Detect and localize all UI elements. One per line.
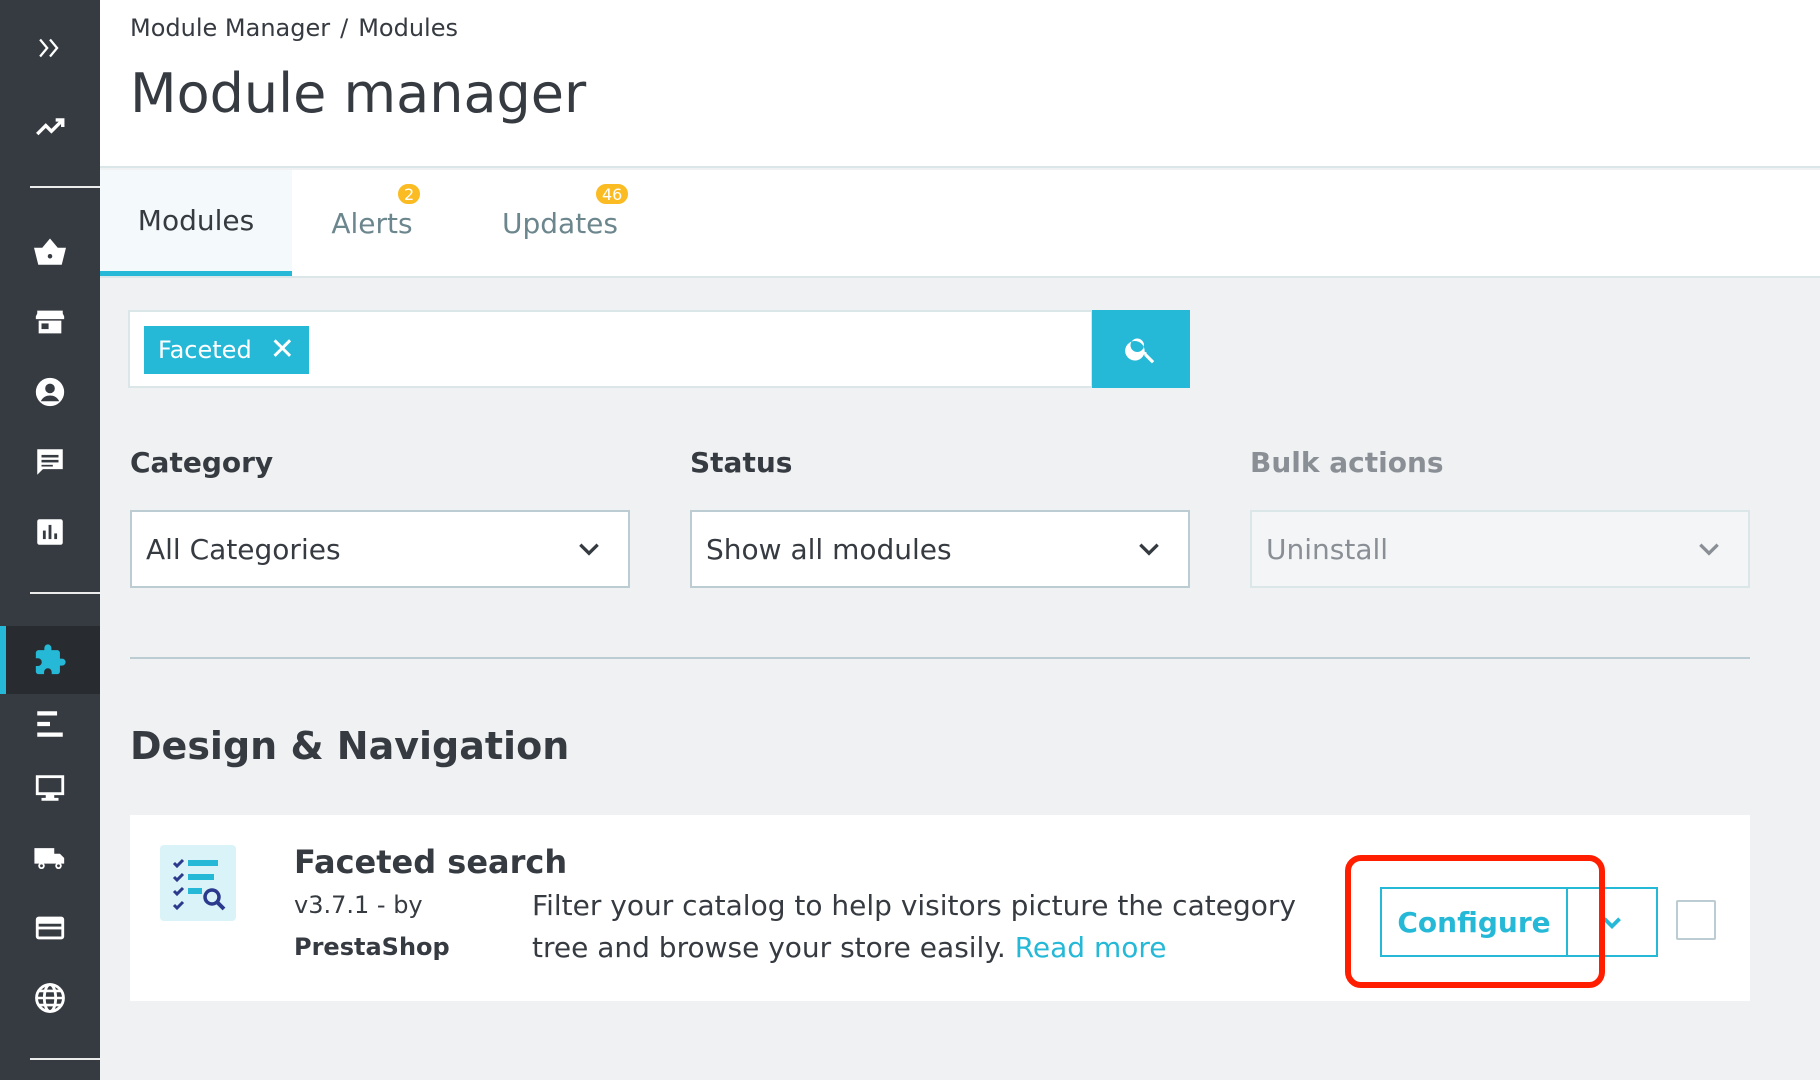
sidebar-separator <box>30 592 100 594</box>
sidebar-item-international[interactable] <box>0 968 100 1028</box>
sidebar-item-appearance[interactable] <box>0 758 100 818</box>
close-icon[interactable]: ✕ <box>270 335 295 365</box>
sidebar-item-customers[interactable] <box>0 362 100 422</box>
sidebar-item-payment[interactable] <box>0 898 100 958</box>
status-select[interactable]: Show all modules <box>690 510 1190 588</box>
faceted-search-icon <box>172 858 226 911</box>
sidebar-expand[interactable] <box>0 18 100 78</box>
category-select[interactable]: All Categories <box>130 510 630 588</box>
divider <box>130 657 1750 659</box>
tab-label: Updates <box>502 206 618 240</box>
search-input[interactable]: Faceted ✕ <box>128 310 1093 388</box>
sidebar-item-shipping[interactable] <box>0 828 100 888</box>
globe-icon <box>35 983 65 1013</box>
puzzle-icon <box>35 644 66 675</box>
highlight-box <box>1345 855 1605 988</box>
updates-badge: 46 <box>594 182 631 206</box>
module-version: v3.7.1 - by <box>294 891 423 919</box>
read-more-link[interactable]: Read more <box>1015 931 1167 964</box>
alerts-badge: 2 <box>396 182 423 206</box>
sidebar-item-catalog[interactable] <box>0 292 100 352</box>
sidebar-item-messages[interactable] <box>0 432 100 492</box>
tab-bar: Modules Alerts 2 Updates 46 <box>100 170 1820 278</box>
trend-icon <box>36 118 65 136</box>
sidebar-item-modules[interactable] <box>0 626 100 694</box>
bulk-actions-label: Bulk actions <box>1250 446 1444 479</box>
status-value: Show all modules <box>706 532 952 566</box>
module-logo <box>160 845 236 921</box>
sidebar <box>0 0 100 1080</box>
category-value: All Categories <box>146 532 341 566</box>
chevron-down-icon <box>576 536 602 562</box>
store-icon <box>35 310 65 334</box>
menu-icon <box>37 711 63 737</box>
sidebar-separator <box>30 186 100 188</box>
tab-label: Modules <box>137 204 255 237</box>
chevron-down-icon <box>1136 536 1162 562</box>
expand-icon <box>39 38 59 58</box>
breadcrumb-current: Modules <box>358 14 458 42</box>
bulk-actions-value: Uninstall <box>1266 532 1389 566</box>
module-description-text: Filter your catalog to help visitors pic… <box>532 889 1296 964</box>
truck-icon <box>34 848 65 870</box>
search-icon <box>1125 338 1155 364</box>
page-header: Module Manager / Modules Module manager <box>100 0 1820 168</box>
page-title: Module manager <box>130 62 587 125</box>
basket-icon <box>34 238 66 265</box>
module-select-checkbox[interactable] <box>1676 900 1716 940</box>
category-label: Category <box>130 446 274 479</box>
search-button[interactable] <box>1092 310 1190 388</box>
module-description: Filter your catalog to help visitors pic… <box>532 885 1312 969</box>
stats-icon <box>37 519 63 545</box>
module-author: PrestaShop <box>294 933 450 961</box>
breadcrumb-separator: / <box>340 14 349 42</box>
customer-icon <box>35 377 65 407</box>
sidebar-item-dashboard[interactable] <box>0 97 100 157</box>
sidebar-item-stats[interactable] <box>0 502 100 562</box>
monitor-icon <box>35 775 65 801</box>
tab-updates[interactable]: Updates 46 <box>480 170 640 276</box>
sidebar-item-design[interactable] <box>0 694 100 754</box>
breadcrumb-parent[interactable]: Module Manager <box>130 14 330 42</box>
status-label: Status <box>690 446 793 479</box>
sidebar-item-orders[interactable] <box>0 222 100 282</box>
section-title: Design & Navigation <box>130 724 570 768</box>
bulk-actions-select: Uninstall <box>1250 510 1750 588</box>
search-tag: Faceted ✕ <box>144 326 309 374</box>
chevron-down-icon <box>1696 536 1722 562</box>
search-tag-label: Faceted <box>158 336 252 364</box>
module-name: Faceted search <box>294 843 568 881</box>
sidebar-separator <box>30 1058 100 1060</box>
breadcrumb: Module Manager / Modules <box>130 14 458 42</box>
tab-alerts[interactable]: Alerts 2 <box>312 170 432 276</box>
message-icon <box>37 449 63 475</box>
tab-modules[interactable]: Modules <box>100 170 292 276</box>
tab-label: Alerts <box>331 206 413 240</box>
card-icon <box>35 916 65 940</box>
